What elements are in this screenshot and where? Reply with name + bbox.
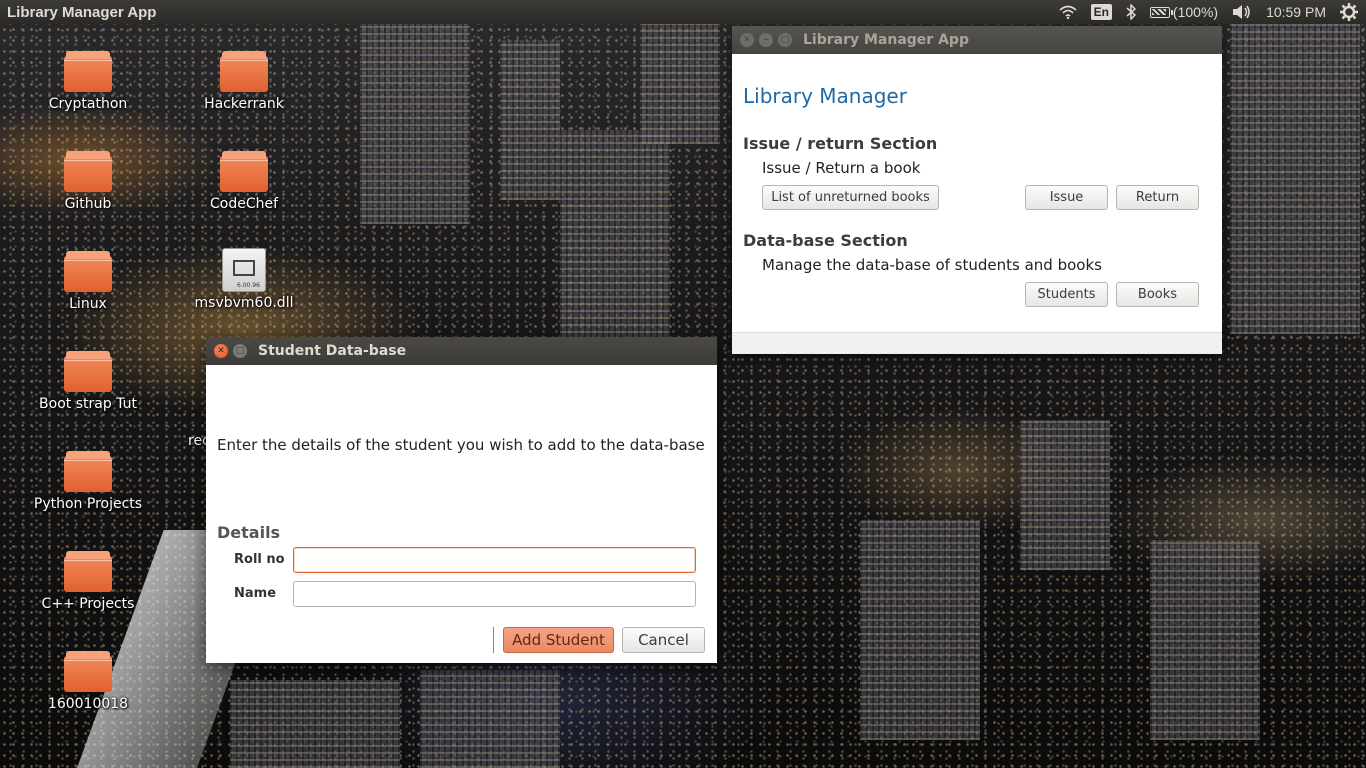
indicator-area: En (100%) 10:59 PM bbox=[1059, 3, 1366, 21]
wifi-icon[interactable] bbox=[1059, 5, 1077, 19]
students-button[interactable]: Students bbox=[1025, 282, 1108, 307]
wallpaper-tower bbox=[360, 24, 470, 224]
window-footer bbox=[732, 332, 1222, 354]
issue-section-title: Issue / return Section bbox=[743, 134, 938, 153]
folder-icon bbox=[64, 251, 112, 292]
desktop-icon-label: Github bbox=[64, 196, 112, 212]
desktop-icon-label: Linux bbox=[69, 296, 107, 312]
file-version-badge: 6.00.96 bbox=[237, 282, 260, 289]
folder-icon bbox=[64, 51, 112, 92]
name-input[interactable] bbox=[293, 581, 696, 607]
folder-icon bbox=[64, 451, 112, 492]
desktop-folder-github[interactable]: Github bbox=[28, 151, 148, 212]
folder-icon bbox=[64, 651, 112, 692]
top-panel: Library Manager App En (100%) 10:59 PM bbox=[0, 0, 1366, 24]
battery-percent: (100%) bbox=[1172, 4, 1219, 20]
desktop-file-msvbvm60[interactable]: 6.00.96 msvbvm60.dll bbox=[184, 248, 304, 311]
gear-icon[interactable] bbox=[1340, 3, 1358, 21]
wallpaper-tower bbox=[1230, 24, 1360, 334]
return-button[interactable]: Return bbox=[1116, 185, 1199, 210]
volume-icon[interactable] bbox=[1232, 4, 1252, 20]
unreturned-books-button[interactable]: List of unreturned books bbox=[762, 185, 939, 210]
maximize-icon[interactable]: □ bbox=[233, 344, 247, 358]
books-button[interactable]: Books bbox=[1116, 282, 1199, 307]
desktop-icon-label: Cryptathon bbox=[48, 96, 128, 112]
desktop-icon-label: 160010018 bbox=[47, 696, 129, 712]
desktop-icon-label: CodeChef bbox=[209, 196, 279, 212]
wallpaper-tower bbox=[1150, 540, 1260, 740]
name-label: Name bbox=[234, 586, 277, 601]
window-title: Student Data-base bbox=[258, 343, 407, 359]
folder-icon bbox=[220, 151, 268, 192]
roll-no-input[interactable] bbox=[293, 547, 696, 573]
button-separator bbox=[493, 627, 494, 653]
database-section-subtitle: Manage the data-base of students and boo… bbox=[762, 256, 1102, 274]
desktop-folder-cpp-projects[interactable]: C++ Projects bbox=[28, 551, 148, 612]
minimize-icon[interactable]: – bbox=[759, 33, 773, 47]
library-manager-window: ✕ – □ Library Manager App Library Manage… bbox=[732, 26, 1222, 354]
cancel-button[interactable]: Cancel bbox=[622, 627, 705, 653]
desktop-folder-codechef[interactable]: CodeChef bbox=[184, 151, 304, 212]
desktop-folder-cryptathon[interactable]: Cryptathon bbox=[28, 51, 148, 112]
clock[interactable]: 10:59 PM bbox=[1266, 4, 1326, 20]
desktop-folder-hackerrank[interactable]: Hackerrank bbox=[184, 51, 304, 112]
desktop-folder-160010018[interactable]: 160010018 bbox=[28, 651, 148, 712]
database-section-title: Data-base Section bbox=[743, 231, 908, 250]
window-title: Library Manager App bbox=[803, 32, 969, 48]
desktop-folder-bootstrap-tut[interactable]: Boot strap Tut bbox=[28, 351, 148, 412]
folder-icon bbox=[64, 151, 112, 192]
battery-indicator[interactable]: (100%) bbox=[1149, 4, 1219, 20]
desktop-icon-label: msvbvm60.dll bbox=[194, 295, 294, 311]
desktop-icon-label: Hackerrank bbox=[204, 96, 284, 112]
student-form: Enter the details of the student you wis… bbox=[206, 365, 717, 663]
desktop-folder-python-projects[interactable]: Python Projects bbox=[28, 451, 148, 512]
library-content: Library Manager Issue / return Section I… bbox=[732, 54, 1222, 332]
folder-icon bbox=[64, 351, 112, 392]
folder-icon bbox=[220, 51, 268, 92]
close-icon[interactable]: ✕ bbox=[214, 344, 228, 358]
instruction-text: Enter the details of the student you wis… bbox=[217, 436, 705, 454]
desktop-icon-label: Boot strap Tut bbox=[39, 396, 137, 412]
student-database-window: ✕ □ Student Data-base Enter the details … bbox=[206, 337, 717, 663]
roll-no-label: Roll no bbox=[234, 552, 285, 567]
folder-icon bbox=[64, 551, 112, 592]
wallpaper-tower bbox=[420, 670, 560, 768]
page-title: Library Manager bbox=[743, 84, 907, 108]
battery-icon bbox=[1149, 6, 1173, 18]
keyboard-layout-indicator[interactable]: En bbox=[1090, 4, 1112, 20]
wallpaper-tower bbox=[230, 680, 400, 768]
desktop-folder-linux[interactable]: Linux bbox=[28, 251, 148, 312]
details-heading: Details bbox=[217, 523, 281, 542]
wallpaper-tower bbox=[1020, 420, 1110, 570]
issue-button[interactable]: Issue bbox=[1025, 185, 1108, 210]
dll-file-icon: 6.00.96 bbox=[222, 248, 266, 292]
window-titlebar[interactable]: ✕ – □ Library Manager App bbox=[732, 26, 1222, 54]
bluetooth-icon[interactable] bbox=[1126, 4, 1136, 20]
add-student-button[interactable]: Add Student bbox=[503, 627, 614, 653]
active-app-title: Library Manager App bbox=[7, 3, 157, 21]
maximize-icon[interactable]: □ bbox=[778, 33, 792, 47]
issue-section-subtitle: Issue / Return a book bbox=[762, 159, 921, 177]
window-titlebar[interactable]: ✕ □ Student Data-base bbox=[206, 337, 717, 365]
wallpaper-tower bbox=[860, 520, 980, 740]
desktop-icon-label: Python Projects bbox=[33, 496, 143, 512]
desktop-icon-label: C++ Projects bbox=[41, 596, 135, 612]
wallpaper-tower bbox=[560, 130, 670, 340]
wallpaper-tower bbox=[640, 24, 720, 144]
close-icon[interactable]: ✕ bbox=[740, 33, 754, 47]
wallpaper-tower bbox=[500, 40, 560, 200]
